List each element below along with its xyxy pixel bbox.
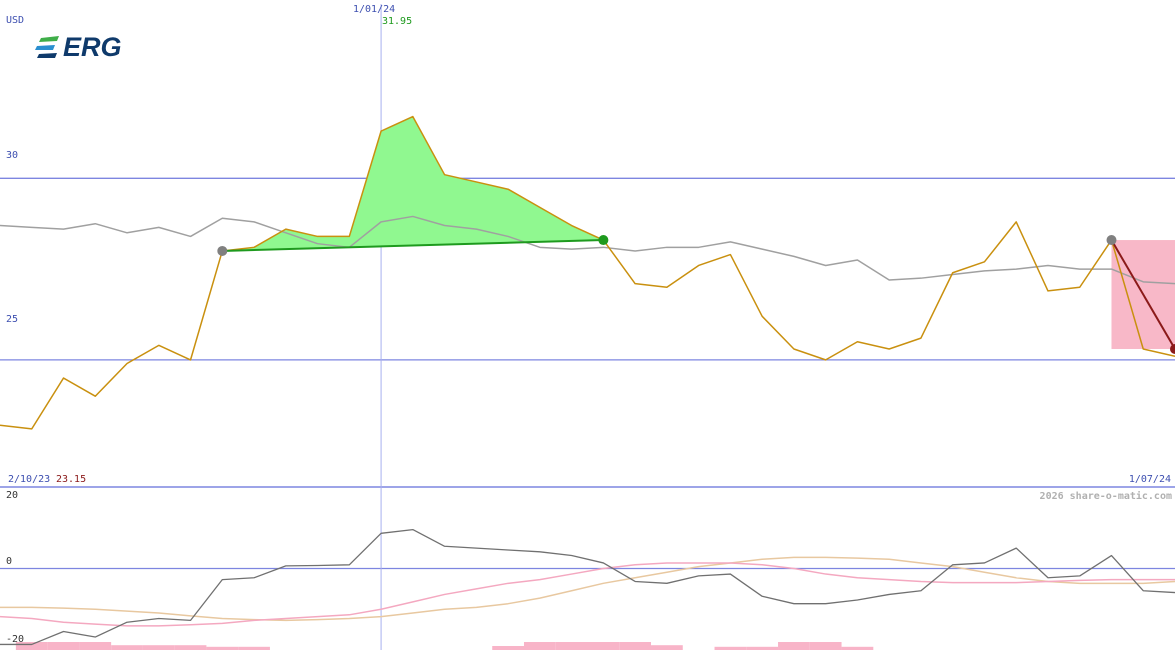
histogram-bar bbox=[778, 642, 810, 650]
company-logo: ERG bbox=[35, 32, 122, 62]
oscillator-slow-pink-line bbox=[0, 562, 1175, 627]
histogram-layer bbox=[15, 642, 874, 650]
series-layer bbox=[0, 115, 1175, 646]
histogram-bar bbox=[79, 642, 112, 650]
start-value-label: 23.15 bbox=[56, 474, 87, 485]
stock-chart bbox=[0, 4, 1175, 650]
watermark: 2026 share-o-matic.com bbox=[1039, 491, 1172, 502]
osc-tick-minus-20: -20 bbox=[6, 634, 25, 645]
trade-fill-layer bbox=[222, 116, 1175, 349]
end-date-label: 1/07/24 bbox=[1128, 474, 1171, 485]
y-tick-25: 25 bbox=[6, 314, 19, 325]
histogram-bar bbox=[142, 645, 175, 650]
start-date-label: 2/10/23 bbox=[8, 474, 51, 485]
histogram-bar bbox=[651, 645, 683, 650]
moving-average-line bbox=[0, 215, 1175, 285]
gain-exit-marker bbox=[598, 235, 609, 246]
histogram-bar bbox=[587, 642, 620, 650]
histogram-bar bbox=[47, 642, 80, 650]
logo-text: ERG bbox=[63, 31, 122, 62]
histogram-bar bbox=[523, 642, 556, 650]
erg-logo-icon bbox=[35, 36, 59, 58]
currency-label: USD bbox=[6, 15, 25, 26]
histogram-bar bbox=[492, 646, 524, 650]
histogram-bar bbox=[809, 642, 842, 650]
histogram-bar bbox=[111, 645, 143, 650]
cursor-date-label: 1/01/24 bbox=[353, 4, 396, 15]
loss-entry-marker bbox=[1106, 235, 1117, 246]
trade-marker-layer bbox=[217, 235, 1175, 354]
histogram-bar bbox=[619, 642, 652, 650]
osc-tick-20: 20 bbox=[6, 490, 19, 501]
oscillator-slow-tan-line bbox=[0, 556, 1175, 622]
histogram-bar bbox=[174, 645, 207, 650]
price-line bbox=[0, 115, 1175, 430]
y-tick-30: 30 bbox=[6, 150, 19, 161]
grid-layer bbox=[0, 4, 1175, 650]
gain-entry-marker bbox=[217, 245, 228, 256]
cursor-value-label: 31.95 bbox=[382, 16, 413, 27]
osc-tick-0: 0 bbox=[6, 556, 13, 567]
histogram-bar bbox=[555, 642, 588, 650]
